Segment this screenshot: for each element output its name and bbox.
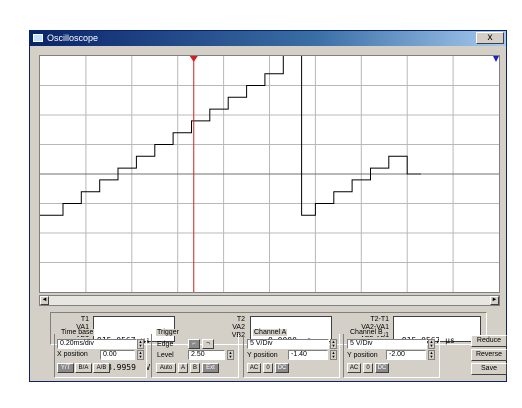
title-bar[interactable]: Oscilloscope x [30,31,506,46]
scroll-left-button[interactable]: ◄ [40,296,49,305]
t2-label: T2 [236,316,245,323]
x-position-label: X position [57,351,88,358]
falling-edge-button[interactable]: ¬ [202,339,214,349]
trigger-level-field[interactable]: 2.50 [188,350,225,360]
time-scrollbar[interactable]: ◄ ► [39,295,500,306]
trigger-level-spinner[interactable]: ▲ ▼ [227,350,234,360]
window-title: Oscilloscope [47,33,99,43]
channel-b-ypos-label: Y position [347,352,378,359]
x-position-field[interactable]: 0.00 [100,350,135,360]
channel-a-title: Channel A [253,329,288,336]
ba-mode-button[interactable]: B/A [75,363,92,373]
channel-a-ypos-label: Y position [247,352,278,359]
channel-b-dc-button[interactable]: DC [375,363,389,373]
channel-b-title: Channel B [349,329,384,336]
trigger-auto-button[interactable]: Auto [156,363,176,373]
channel-a-scale-field[interactable]: 5 V/Div [247,339,329,349]
channel-b-ypos-spinner[interactable]: ▲ ▼ [428,350,435,360]
scope-grid [40,56,499,292]
cursor-2-handle [493,56,499,62]
oscilloscope-window-icon [33,34,43,42]
scope-plot [40,49,499,292]
channel-a-ypos-field[interactable]: -1.40 [288,350,328,360]
trigger-ext-button[interactable]: Ext [202,363,219,373]
channel-b-ac-button[interactable]: AC [347,363,361,373]
va2-label: VA2 [232,324,245,331]
scope-trace [40,49,421,216]
t1-label: T1 [80,316,89,323]
channel-b-zero-button[interactable]: 0 [363,363,373,373]
yt-mode-button[interactable]: Y/T [57,363,74,373]
trigger-title: Trigger [156,329,180,336]
rising-edge-button[interactable]: ⌐ [188,339,200,349]
trace-series-0 [40,49,421,216]
scroll-right-button[interactable]: ► [490,296,499,305]
channel-a-zero-button[interactable]: 0 [263,363,273,373]
close-button[interactable]: x [476,32,504,44]
cursor-1-handle [189,56,198,62]
oscilloscope-window: Oscilloscope x ◄ ► T1 VA1 VB1 915.0567 µ… [29,30,507,382]
channel-a-scale-spinner[interactable]: ▲ ▼ [330,339,337,349]
trigger-a-button[interactable]: A [178,363,188,373]
reverse-button[interactable]: Reverse [471,349,507,361]
channel-b-scale-field[interactable]: 5 V/Div [347,339,427,349]
timebase-title: Time base [60,329,95,336]
edge-label: Edge [157,341,174,348]
reduce-button[interactable]: Reduce [471,335,507,347]
ab-mode-button[interactable]: A/B [93,363,110,373]
timebase-scale-field[interactable]: 0.20ms/div [57,339,137,349]
timebase-scale-spinner[interactable]: ▲ ▼ [137,339,144,349]
channel-a-ac-button[interactable]: AC [247,363,261,373]
save-button[interactable]: Save [471,363,507,375]
trigger-b-button[interactable]: B [190,363,200,373]
channel-b-ypos-field[interactable]: -2.00 [386,350,426,360]
level-label: Level [157,352,174,359]
channel-a-ypos-spinner[interactable]: ▲ ▼ [330,350,337,360]
x-position-spinner[interactable]: ▲ ▼ [137,350,144,360]
diff-label: T2-T1 [370,316,389,323]
channel-a-dc-button[interactable]: DC [275,363,289,373]
scope-display [39,49,500,293]
channel-b-scale-spinner[interactable]: ▲ ▼ [428,339,435,349]
